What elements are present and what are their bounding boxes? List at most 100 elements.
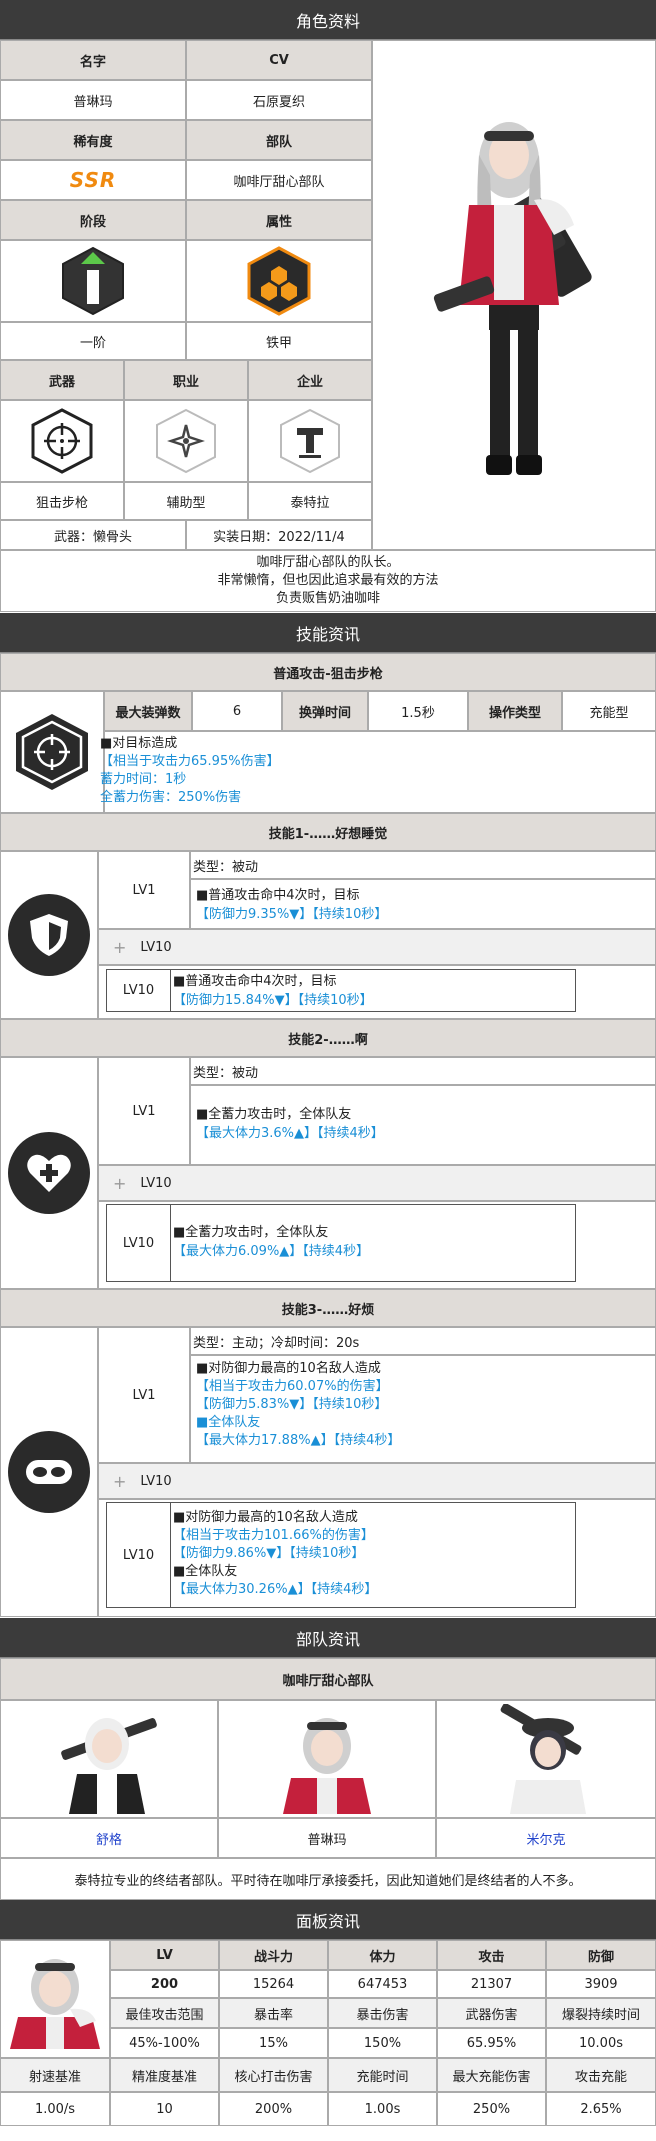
effect-line: 【最大体力30.26%▲】【持续4秒】 xyxy=(173,1582,378,1597)
stat-value: 200 xyxy=(110,1970,219,1998)
stat-label: 暴击率 xyxy=(219,1998,328,2028)
skill2-lv10-toggle[interactable]: + LV10 xyxy=(98,1165,656,1201)
cv-label: CV xyxy=(186,40,372,80)
stat-value: 250% xyxy=(437,2092,546,2126)
weapon-name: 武器：懒骨头 xyxy=(0,520,186,550)
iron-armor-icon xyxy=(247,246,311,316)
skill2-icon-cell xyxy=(0,1057,98,1289)
effect-line: 【防御力9.86%▼】【持续10秒】 xyxy=(173,1546,365,1561)
member-portrait-sugar[interactable] xyxy=(0,1700,218,1818)
stat-value: 3909 xyxy=(546,1970,656,1998)
stat-label: 攻击 xyxy=(437,1940,546,1970)
member-name-sugar[interactable]: 舒格 xyxy=(0,1818,218,1858)
release-date: 实装日期：2022/11/4 xyxy=(186,520,372,550)
tetra-logo-icon xyxy=(280,408,340,474)
normal-attack-title: 普通攻击-狙击步枪 xyxy=(0,653,656,691)
character-illustration xyxy=(433,122,592,475)
skill3-lv1-label: LV1 xyxy=(98,1327,190,1463)
stat-label: 武器伤害 xyxy=(437,1998,546,2028)
name-value: 普琳玛 xyxy=(0,80,186,120)
section-header-squad: 部队资讯 xyxy=(0,1618,656,1658)
class-value: 辅助型 xyxy=(124,482,248,520)
member-portrait-milk[interactable] xyxy=(436,1700,656,1818)
stat-label: 精准度基准 xyxy=(110,2058,219,2092)
skill1-type: 类型：被动 xyxy=(190,851,656,879)
class-label: 职业 xyxy=(124,360,248,400)
squad-label: 部队 xyxy=(186,120,372,160)
effect-line: 【相当于攻击力60.07%的伤害】 xyxy=(196,1379,389,1394)
member-illustration xyxy=(283,1718,371,1814)
stat-label: 攻击充能 xyxy=(546,2058,656,2092)
stat-label: 爆裂持续时间 xyxy=(546,1998,656,2028)
heart-plus-icon xyxy=(27,1154,71,1192)
desc-line: 负责贩售奶油咖啡 xyxy=(275,591,380,606)
stat-label: 射速基准 xyxy=(0,2058,110,2092)
rarity-label: 稀有度 xyxy=(0,120,186,160)
member-illustration xyxy=(61,1718,157,1814)
skill1-lv10-effect: ■普通攻击命中4次时，目标 【防御力15.84%▼】【持续10秒】 xyxy=(173,972,373,1010)
stat-value: 647453 xyxy=(328,1970,437,1998)
squad-value: 咖啡厅甜心部队 xyxy=(186,160,372,200)
skill1-lv10-toggle-label: LV10 xyxy=(140,939,172,955)
reload-label: 换弹时间 xyxy=(282,691,368,731)
effect-line: ■对防御力最高的10名敌人造成 xyxy=(196,1361,381,1376)
stats-avatar xyxy=(0,1940,110,2058)
skill2-lv1-label: LV1 xyxy=(98,1057,190,1165)
skill1-lv10-label: LV10 xyxy=(107,970,171,1011)
control-label: 操作类型 xyxy=(468,691,562,731)
skill2-lv10-label: LV10 xyxy=(107,1205,171,1281)
expand-plus-icon: + xyxy=(113,937,127,957)
weapon-value: 狙击步枪 xyxy=(0,482,124,520)
effect-line: 【防御力9.35%▼】【持续10秒】 xyxy=(196,907,388,922)
sniper-rifle-icon xyxy=(31,408,93,474)
skill3-title: 技能3-……好烦 xyxy=(0,1289,656,1327)
stat-value: 10.00s xyxy=(546,2028,656,2058)
effect-line: ■普通攻击命中4次时，目标 xyxy=(196,888,360,903)
stat-value: 150% xyxy=(328,2028,437,2058)
desc-line: 非常懒惰，但也因此追求最有效的方法 xyxy=(217,573,439,588)
character-avatar xyxy=(10,1959,100,2049)
sleep-mask-icon xyxy=(26,1460,72,1484)
company-icon-cell xyxy=(248,400,372,482)
attr-icon-cell xyxy=(186,240,372,322)
member-portrait-privaty[interactable] xyxy=(218,1700,436,1818)
stage-value: 一阶 xyxy=(0,322,186,360)
expand-plus-icon: + xyxy=(113,1471,127,1491)
attr-label: 属性 xyxy=(186,200,372,240)
skill3-lv10-effect: ■对防御力最高的10名敌人造成 【相当于攻击力101.66%的伤害】 【防御力9… xyxy=(173,1509,377,1599)
squad-name: 咖啡厅甜心部队 xyxy=(0,1658,656,1700)
stat-value: 2.65% xyxy=(546,2092,656,2126)
skill2-type: 类型：被动 xyxy=(190,1057,656,1085)
effect-line: 【最大体力17.88%▲】【持续4秒】 xyxy=(196,1433,401,1448)
skill2-lv10-box: LV10 ■全蓄力攻击时，全体队友 【最大体力6.09%▲】【持续4秒】 xyxy=(106,1204,576,1282)
ammo-value: 6 xyxy=(192,691,282,731)
skill1-icon-cell xyxy=(0,851,98,1019)
member-link[interactable]: 米尔克 xyxy=(526,1829,565,1848)
normal-attack-effect: ■对目标造成 【相当于攻击力65.95%伤害】 蓄力时间：1秒 全蓄力伤害：25… xyxy=(100,735,280,807)
effect-line: 【防御力5.83%▼】【持续10秒】 xyxy=(196,1397,388,1412)
stat-value: 15264 xyxy=(219,1970,328,1998)
section-header-profile: 角色资料 xyxy=(0,0,656,40)
skill2-title: 技能2-……啊 xyxy=(0,1019,656,1057)
desc-line: 咖啡厅甜心部队的队长。 xyxy=(256,555,400,570)
skill3-lv10-toggle[interactable]: + LV10 xyxy=(98,1463,656,1499)
ssr-logo: SSR xyxy=(69,168,117,192)
stage-icon-cell xyxy=(0,240,186,322)
member-link[interactable]: 舒格 xyxy=(96,1829,122,1848)
skill3-type: 类型：主动；冷却时间：20s xyxy=(190,1327,656,1355)
stat-value: 10 xyxy=(110,2092,219,2126)
name-label: 名字 xyxy=(0,40,186,80)
rarity-badge: SSR xyxy=(0,160,186,200)
stat-value: 1.00s xyxy=(328,2092,437,2126)
skill1-lv1-effect: ■普通攻击命中4次时，目标 【防御力9.35%▼】【持续10秒】 xyxy=(196,886,387,924)
skill3-lv10-toggle-label: LV10 xyxy=(140,1473,172,1489)
skill1-title: 技能1-……好想睡觉 xyxy=(0,813,656,851)
skill1-lv10-toggle[interactable]: + LV10 xyxy=(98,929,656,965)
member-name-milk[interactable]: 米尔克 xyxy=(436,1818,656,1858)
stat-value: 65.95% xyxy=(437,2028,546,2058)
stage-one-icon xyxy=(62,246,124,316)
weapon-label: 武器 xyxy=(0,360,124,400)
stage-label: 阶段 xyxy=(0,200,186,240)
stat-label: 充能时间 xyxy=(328,2058,437,2092)
effect-line: ■对目标造成 xyxy=(100,736,178,751)
